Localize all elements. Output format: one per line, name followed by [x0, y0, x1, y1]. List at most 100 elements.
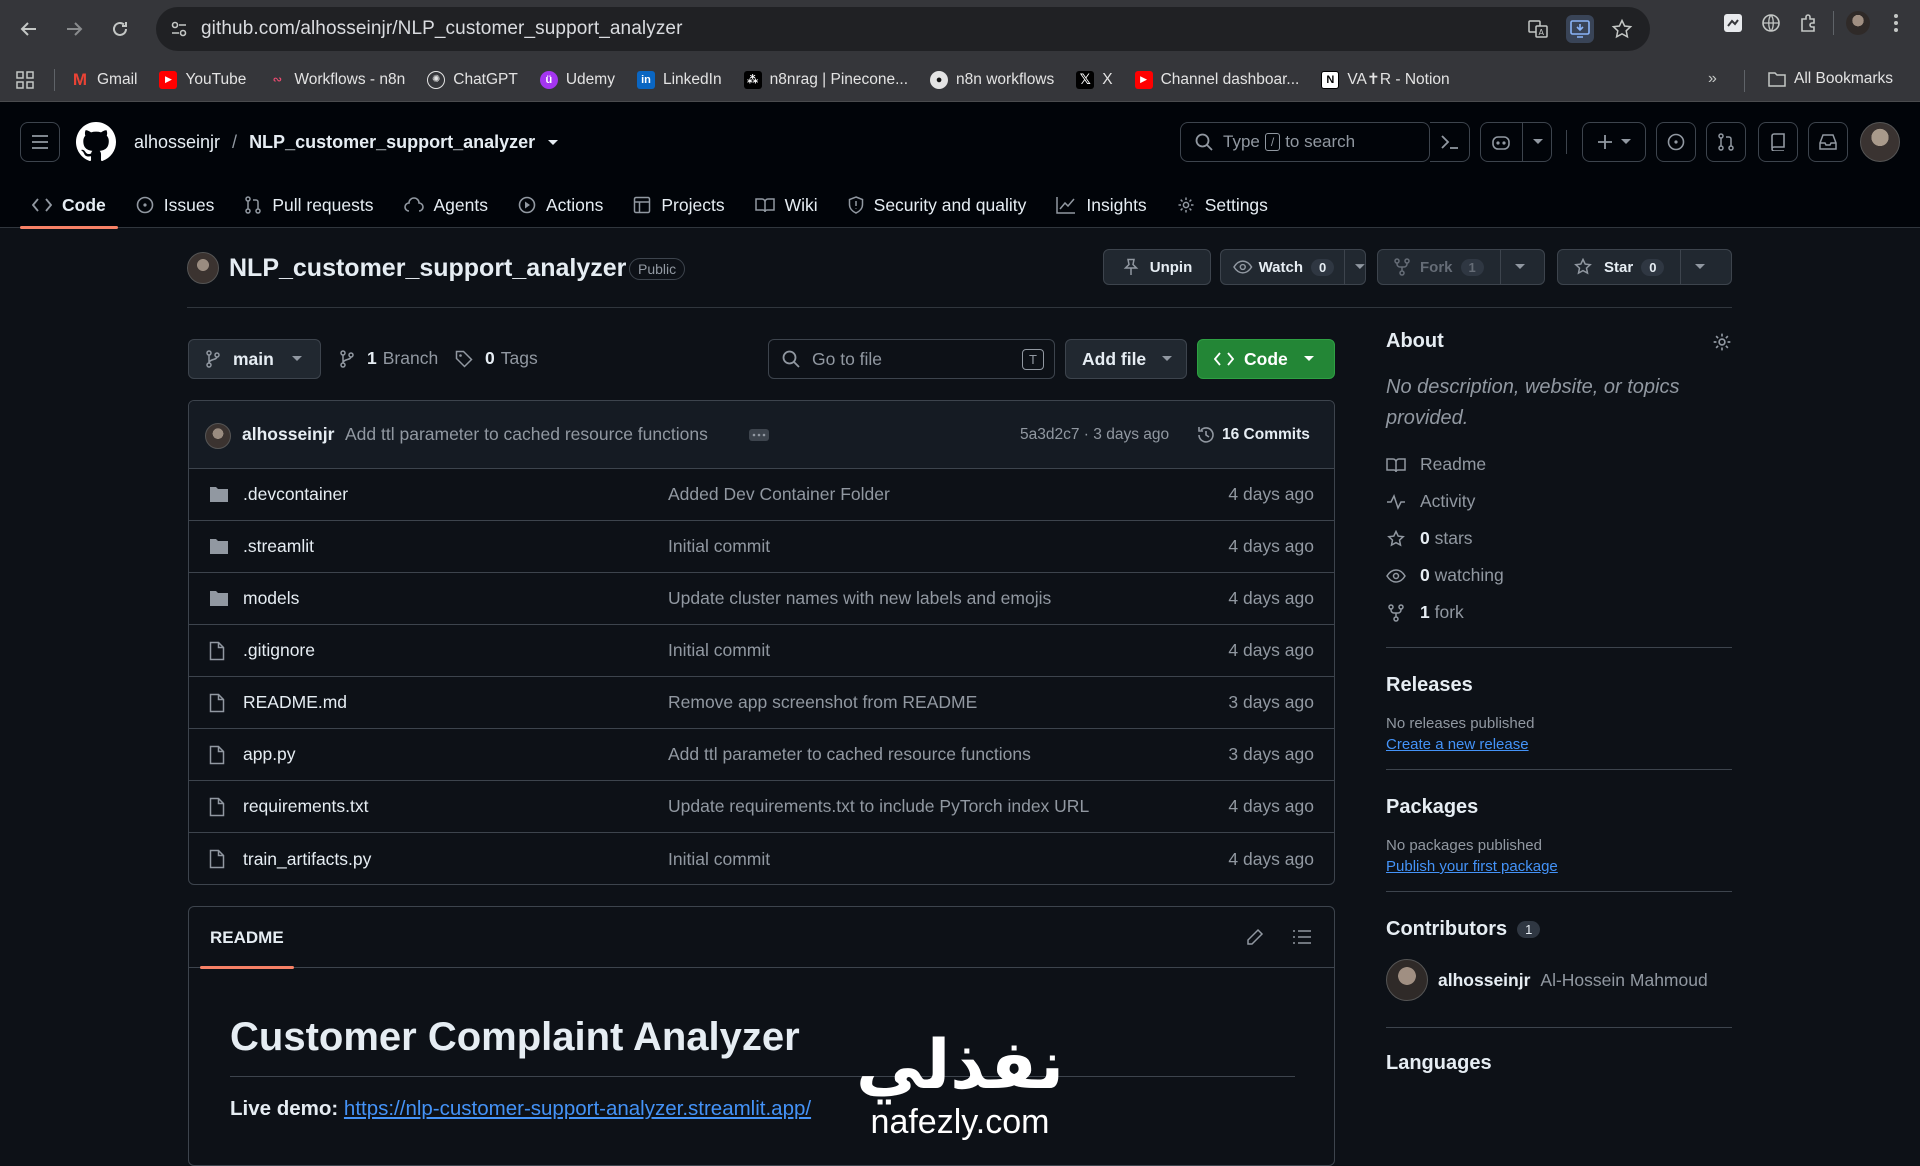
file-row[interactable]: README.md Remove app screenshot from READ…	[189, 677, 1334, 729]
tab-issues[interactable]: Issues	[124, 182, 227, 228]
extensions-puzzle-icon[interactable]	[1795, 9, 1823, 37]
breadcrumb-repo[interactable]: NLP_customer_support_analyzer	[249, 132, 535, 153]
create-new-button[interactable]	[1582, 122, 1646, 162]
all-bookmarks-folder[interactable]: All Bookmarks	[1768, 70, 1893, 88]
tab-wiki[interactable]: Wiki	[743, 182, 830, 228]
tab-insights[interactable]: Insights	[1044, 182, 1158, 228]
edit-pencil-icon[interactable]	[1246, 928, 1264, 946]
file-row[interactable]: train_artifacts.py Initial commit 4 days a…	[189, 833, 1334, 884]
pull-requests-button[interactable]	[1706, 122, 1746, 162]
unpin-button[interactable]: Unpin	[1103, 249, 1211, 285]
repositories-button[interactable]	[1758, 122, 1798, 162]
issues-button[interactable]	[1656, 122, 1696, 162]
create-release-link[interactable]: Create a new release	[1386, 736, 1732, 753]
about-activity-link[interactable]: Activity	[1386, 483, 1732, 520]
breadcrumb-owner[interactable]: alhosseinjr	[134, 132, 220, 153]
tab-settings[interactable]: Settings	[1165, 182, 1280, 228]
live-demo-link[interactable]: https://nlp-customer-support-analyzer.st…	[344, 1097, 811, 1120]
bookmark-star-icon[interactable]	[1608, 15, 1636, 43]
readme-tab[interactable]: README	[200, 907, 294, 969]
releases-title[interactable]: Releases	[1386, 674, 1732, 697]
contributor-login[interactable]: alhosseinjr	[1438, 970, 1530, 991]
gear-icon[interactable]	[1712, 332, 1732, 352]
profile-avatar[interactable]	[1844, 9, 1872, 37]
extension-globe-icon[interactable]	[1757, 9, 1785, 37]
branch-select-button[interactable]: main	[188, 339, 321, 379]
file-name[interactable]: train_artifacts.py	[243, 849, 371, 870]
back-button[interactable]	[9, 9, 49, 49]
tags-link[interactable]: 0 Tags	[455, 348, 538, 369]
commit-author-avatar[interactable]	[205, 423, 231, 449]
commits-history-link[interactable]: 16 Commits	[1196, 425, 1310, 445]
bookmark-notion[interactable]: N VA✝R - Notion	[1321, 70, 1450, 89]
inbox-button[interactable]	[1808, 122, 1848, 162]
more-bookmarks-icon[interactable]: »	[1708, 70, 1717, 88]
apps-grid-icon[interactable]	[16, 70, 34, 89]
file-row[interactable]: .gitignore Initial commit 4 days ago	[189, 625, 1334, 677]
packages-title[interactable]: Packages	[1386, 796, 1732, 819]
tab-projects[interactable]: Projects	[621, 182, 736, 228]
contributors-title[interactable]: Contributors	[1386, 918, 1507, 941]
extension-screenshot-icon[interactable]	[1719, 9, 1747, 37]
tab-code[interactable]: Code	[20, 182, 118, 229]
commit-message[interactable]: Add ttl parameter to cached resource fun…	[345, 424, 708, 445]
repo-switcher-chevron-icon[interactable]	[547, 139, 559, 147]
file-name[interactable]: requirements.txt	[243, 796, 368, 817]
bookmark-n8nrag-pinecone[interactable]: ⁂ n8nrag | Pinecone...	[743, 70, 908, 89]
about-forks-link[interactable]: 1 fork	[1386, 594, 1732, 631]
file-name[interactable]: .streamlit	[243, 536, 314, 557]
commit-hash[interactable]: 5a3d2c7	[1020, 426, 1079, 443]
site-settings-icon[interactable]	[170, 20, 188, 38]
bookmark-gmail[interactable]: M Gmail	[71, 70, 138, 89]
bookmark-chatgpt[interactable]: ✺ ChatGPT	[427, 70, 518, 89]
file-commit-message[interactable]: Initial commit	[668, 849, 770, 870]
file-name[interactable]: models	[243, 588, 299, 609]
file-row[interactable]: .streamlit Initial commit 4 days ago	[189, 521, 1334, 573]
file-commit-message[interactable]: Initial commit	[668, 536, 770, 557]
commit-author[interactable]: alhosseinjr	[242, 424, 334, 445]
file-commit-message[interactable]: Initial commit	[668, 640, 770, 661]
bookmark-n8n-github[interactable]: ● n8n workflows	[930, 70, 1054, 89]
file-name[interactable]: app.py	[243, 744, 296, 765]
commit-expand-ellipsis-icon[interactable]	[749, 429, 769, 441]
bookmark-x[interactable]: 𝕏X	[1076, 70, 1113, 89]
about-readme-link[interactable]: Readme	[1386, 446, 1732, 483]
file-row[interactable]: .devcontainer Added Dev Container Folder 4…	[189, 469, 1334, 521]
go-to-file-input[interactable]: Go to file T	[768, 339, 1055, 379]
command-palette-button[interactable]	[1430, 122, 1470, 162]
copilot-button[interactable]	[1480, 122, 1552, 162]
outline-list-icon[interactable]	[1292, 929, 1312, 945]
about-watching-link[interactable]: 0 watching	[1386, 557, 1732, 594]
tab-pull-requests[interactable]: Pull requests	[232, 182, 385, 228]
file-name[interactable]: .gitignore	[243, 640, 315, 661]
file-commit-message[interactable]: Remove app screenshot from README	[668, 692, 977, 713]
contributor-item[interactable]: alhosseinjr Al-Hossein Mahmoud	[1386, 959, 1732, 1001]
tab-security[interactable]: Security and quality	[836, 182, 1039, 228]
global-nav-menu-button[interactable]	[20, 122, 60, 162]
address-bar[interactable]: github.com/alhosseinjr/NLP_customer_supp…	[156, 7, 1650, 51]
reload-button[interactable]	[100, 9, 140, 49]
code-button[interactable]: Code	[1197, 339, 1335, 379]
bookmark-udemy[interactable]: ü Udemy	[539, 70, 615, 89]
star-button[interactable]: Star 0	[1557, 249, 1732, 285]
install-app-icon[interactable]	[1566, 15, 1594, 43]
github-logo-icon[interactable]	[76, 122, 116, 162]
repo-name[interactable]: NLP_customer_support_analyzer	[229, 254, 626, 283]
tab-actions[interactable]: Actions	[506, 182, 615, 228]
bookmark-youtube[interactable]: ▶ YouTube	[159, 70, 246, 89]
bookmark-linkedin[interactable]: in LinkedIn	[636, 70, 722, 89]
file-commit-message[interactable]: Add ttl parameter to cached resource fun…	[668, 744, 1031, 765]
watch-button[interactable]: Watch 0	[1220, 249, 1366, 285]
branches-link[interactable]: 1 Branch	[339, 348, 438, 369]
file-name[interactable]: README.md	[243, 692, 347, 713]
bookmark-n8n-workflows[interactable]: ∾ Workflows - n8n	[268, 71, 405, 89]
fork-button[interactable]: Fork 1	[1377, 249, 1545, 285]
file-row[interactable]: requirements.txt Update requirements.txt …	[189, 781, 1334, 833]
about-stars-link[interactable]: 0 stars	[1386, 520, 1732, 557]
publish-package-link[interactable]: Publish your first package	[1386, 858, 1732, 875]
search-input[interactable]: Type / to search	[1180, 122, 1430, 162]
translate-icon[interactable]: A	[1524, 15, 1552, 43]
file-row[interactable]: app.py Add ttl parameter to cached resour…	[189, 729, 1334, 781]
file-commit-message[interactable]: Update requirements.txt to include PyTor…	[668, 796, 1089, 817]
file-name[interactable]: .devcontainer	[243, 484, 348, 505]
